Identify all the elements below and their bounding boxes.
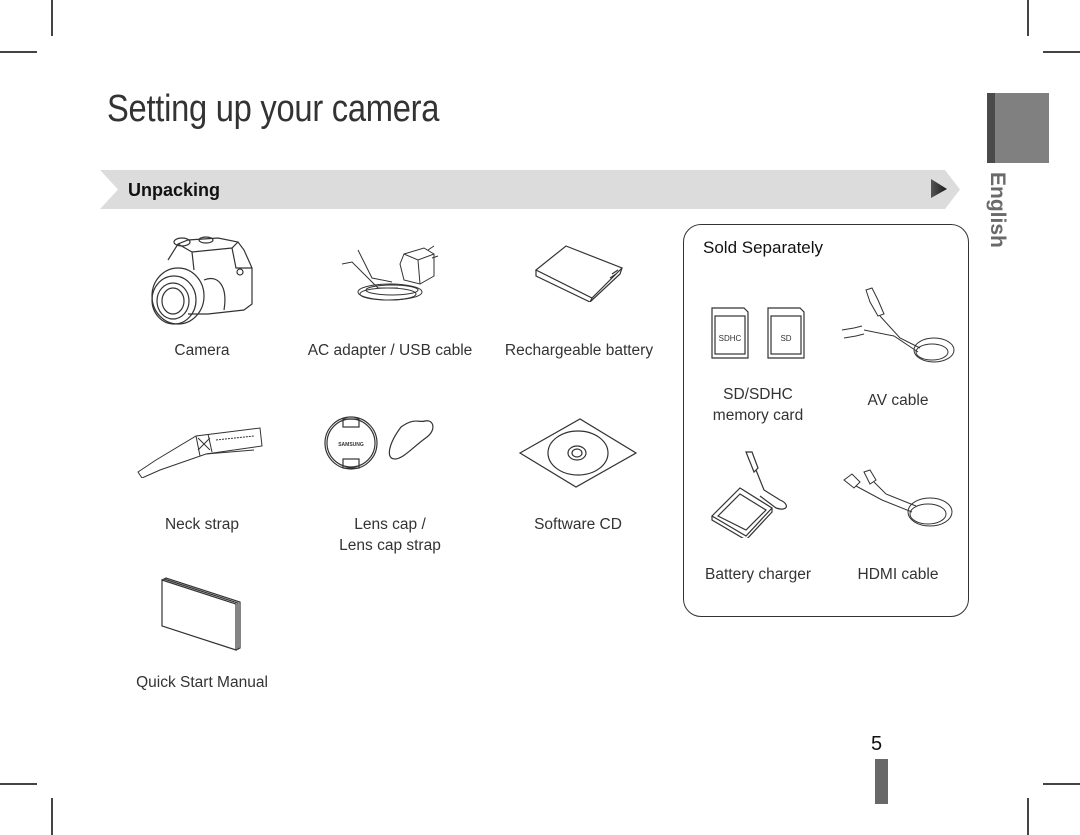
section-title: Unpacking	[128, 180, 221, 200]
battery-charger-icon	[711, 451, 787, 538]
item-manual: Quick Start Manual	[120, 672, 284, 693]
neck-strap-icon	[137, 427, 263, 478]
crop-mark	[51, 798, 53, 835]
page-title: Setting up your camera	[107, 88, 440, 130]
cd-icon	[518, 418, 638, 488]
item-label: AC adapter / USB cable	[307, 342, 473, 359]
crop-mark	[1027, 798, 1029, 835]
language-tab-label: English	[986, 172, 1009, 248]
svg-text:SDHC: SDHC	[719, 334, 742, 343]
item-label: Rechargeable battery	[504, 342, 654, 359]
item-ac-adapter: AC adapter / USB cable	[300, 340, 480, 361]
manual-icon	[161, 577, 241, 651]
page-number: 5	[871, 733, 883, 755]
language-tab	[987, 93, 1049, 163]
item-label: Lens cap strap	[339, 537, 441, 554]
svg-text:SD: SD	[780, 334, 791, 343]
crop-mark	[1043, 51, 1080, 53]
item-hdmi-cable: HDMI cable	[838, 564, 958, 585]
item-lens-cap: Lens cap / Lens cap strap	[310, 514, 470, 556]
sold-separately-title: Sold Separately	[703, 238, 824, 257]
section-header-band	[100, 170, 960, 209]
item-neck-strap: Neck strap	[130, 514, 274, 535]
item-label: Battery charger	[705, 566, 811, 583]
crop-mark	[0, 51, 37, 53]
item-software-cd: Software CD	[498, 514, 658, 535]
item-battery-charger: Battery charger	[688, 564, 828, 585]
svg-text:SAMSUNG: SAMSUNG	[338, 442, 364, 448]
language-tab-edge	[987, 93, 995, 163]
item-label: Quick Start Manual	[136, 674, 268, 691]
memory-card-icon: SDHC SD	[711, 307, 805, 359]
item-label: SD/SDHC	[723, 386, 793, 403]
page-marker-bar	[875, 759, 888, 804]
item-label: memory card	[712, 407, 804, 424]
item-label: AV cable	[867, 392, 929, 409]
ac-adapter-icon	[341, 245, 439, 301]
item-av-cable: AV cable	[838, 390, 958, 411]
battery-icon	[534, 245, 624, 302]
camera-icon	[151, 236, 253, 325]
item-label: Lens cap /	[354, 516, 426, 533]
crop-mark	[0, 783, 37, 785]
crop-mark	[1027, 0, 1029, 36]
hdmi-cable-icon	[843, 469, 953, 527]
item-camera: Camera	[130, 340, 274, 361]
crop-mark	[1043, 783, 1080, 785]
item-label: Camera	[174, 342, 230, 359]
av-cable-icon	[841, 287, 955, 363]
item-label: HDMI cable	[857, 566, 939, 583]
item-label: Software CD	[534, 516, 622, 533]
item-label: Neck strap	[164, 516, 240, 533]
item-memory-card: SD/SDHC memory card	[688, 384, 828, 426]
crop-mark	[51, 0, 53, 36]
item-battery: Rechargeable battery	[494, 340, 664, 361]
lens-cap-icon: SAMSUNG	[324, 416, 434, 470]
